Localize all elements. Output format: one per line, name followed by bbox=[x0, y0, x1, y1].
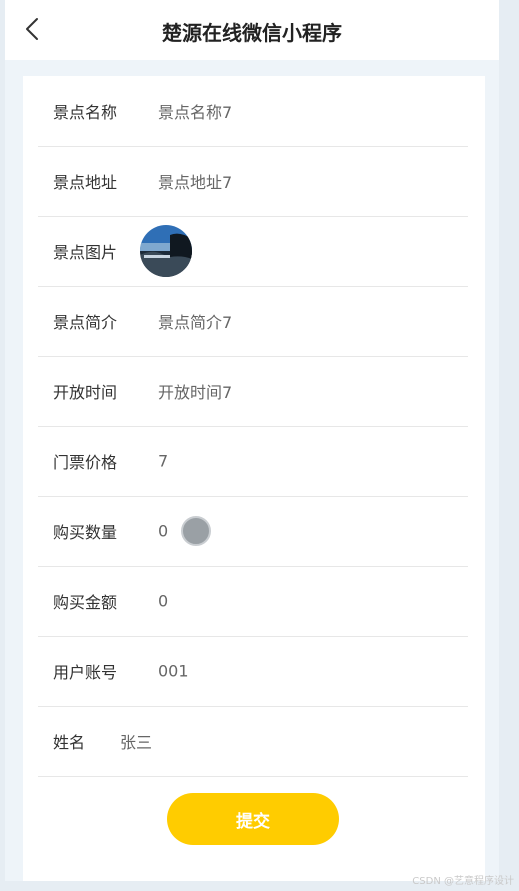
field-label: 姓名 bbox=[53, 733, 86, 752]
watermark: CSDN @艺意程序设计 bbox=[412, 876, 514, 887]
form-row-name-user: 姓名 张三 bbox=[38, 706, 468, 777]
field-label: 开放时间 bbox=[53, 383, 118, 402]
landscape-photo-icon bbox=[140, 225, 192, 277]
form-row-ticket-price: 门票价格 7 bbox=[38, 426, 468, 497]
ticket-price-field[interactable]: 7 bbox=[158, 452, 168, 471]
field-label: 景点地址 bbox=[53, 173, 118, 192]
scenic-address-field[interactable]: 景点地址7 bbox=[158, 169, 232, 193]
form-row-amount: 购买金额 0 bbox=[38, 566, 468, 637]
purchase-amount-field[interactable]: 0 bbox=[158, 592, 168, 611]
phone-screen: 楚源在线微信小程序 景点名称 景点名称7 景点地址 景点地址7 景点图片 景点简… bbox=[5, 0, 499, 881]
field-label: 景点图片 bbox=[53, 243, 118, 262]
field-label: 用户账号 bbox=[53, 663, 118, 682]
scenic-intro-field[interactable]: 景点简介7 bbox=[158, 309, 232, 333]
quantity-field[interactable]: 0 bbox=[158, 522, 168, 541]
form-row-image: 景点图片 bbox=[38, 216, 468, 287]
scenic-image-thumbnail[interactable] bbox=[140, 225, 192, 277]
form-row-address: 景点地址 景点地址7 bbox=[38, 146, 468, 217]
quantity-stepper-knob[interactable] bbox=[181, 516, 211, 546]
scenic-name-field[interactable]: 景点名称7 bbox=[158, 99, 232, 123]
form-row-open-time: 开放时间 开放时间7 bbox=[38, 356, 468, 427]
field-label: 购买数量 bbox=[53, 523, 118, 542]
submit-button[interactable]: 提交 bbox=[167, 793, 339, 845]
field-label: 购买金额 bbox=[53, 593, 118, 612]
field-label: 景点简介 bbox=[53, 313, 118, 332]
user-name-field[interactable]: 张三 bbox=[120, 729, 152, 753]
navigation-bar: 楚源在线微信小程序 bbox=[5, 0, 499, 61]
field-label: 景点名称 bbox=[53, 103, 118, 122]
form-card: 景点名称 景点名称7 景点地址 景点地址7 景点图片 景点简介 景点简介7 开放… bbox=[23, 76, 485, 881]
form-row-intro: 景点简介 景点简介7 bbox=[38, 286, 468, 357]
page-title: 楚源在线微信小程序 bbox=[162, 21, 342, 45]
form-row-quantity: 购买数量 0 bbox=[38, 496, 468, 567]
field-label: 门票价格 bbox=[53, 453, 118, 472]
form-row-name: 景点名称 景点名称7 bbox=[38, 76, 468, 147]
open-time-field[interactable]: 开放时间7 bbox=[158, 379, 232, 403]
form-row-account: 用户账号 001 bbox=[38, 636, 468, 707]
user-account-field[interactable]: 001 bbox=[158, 662, 189, 681]
